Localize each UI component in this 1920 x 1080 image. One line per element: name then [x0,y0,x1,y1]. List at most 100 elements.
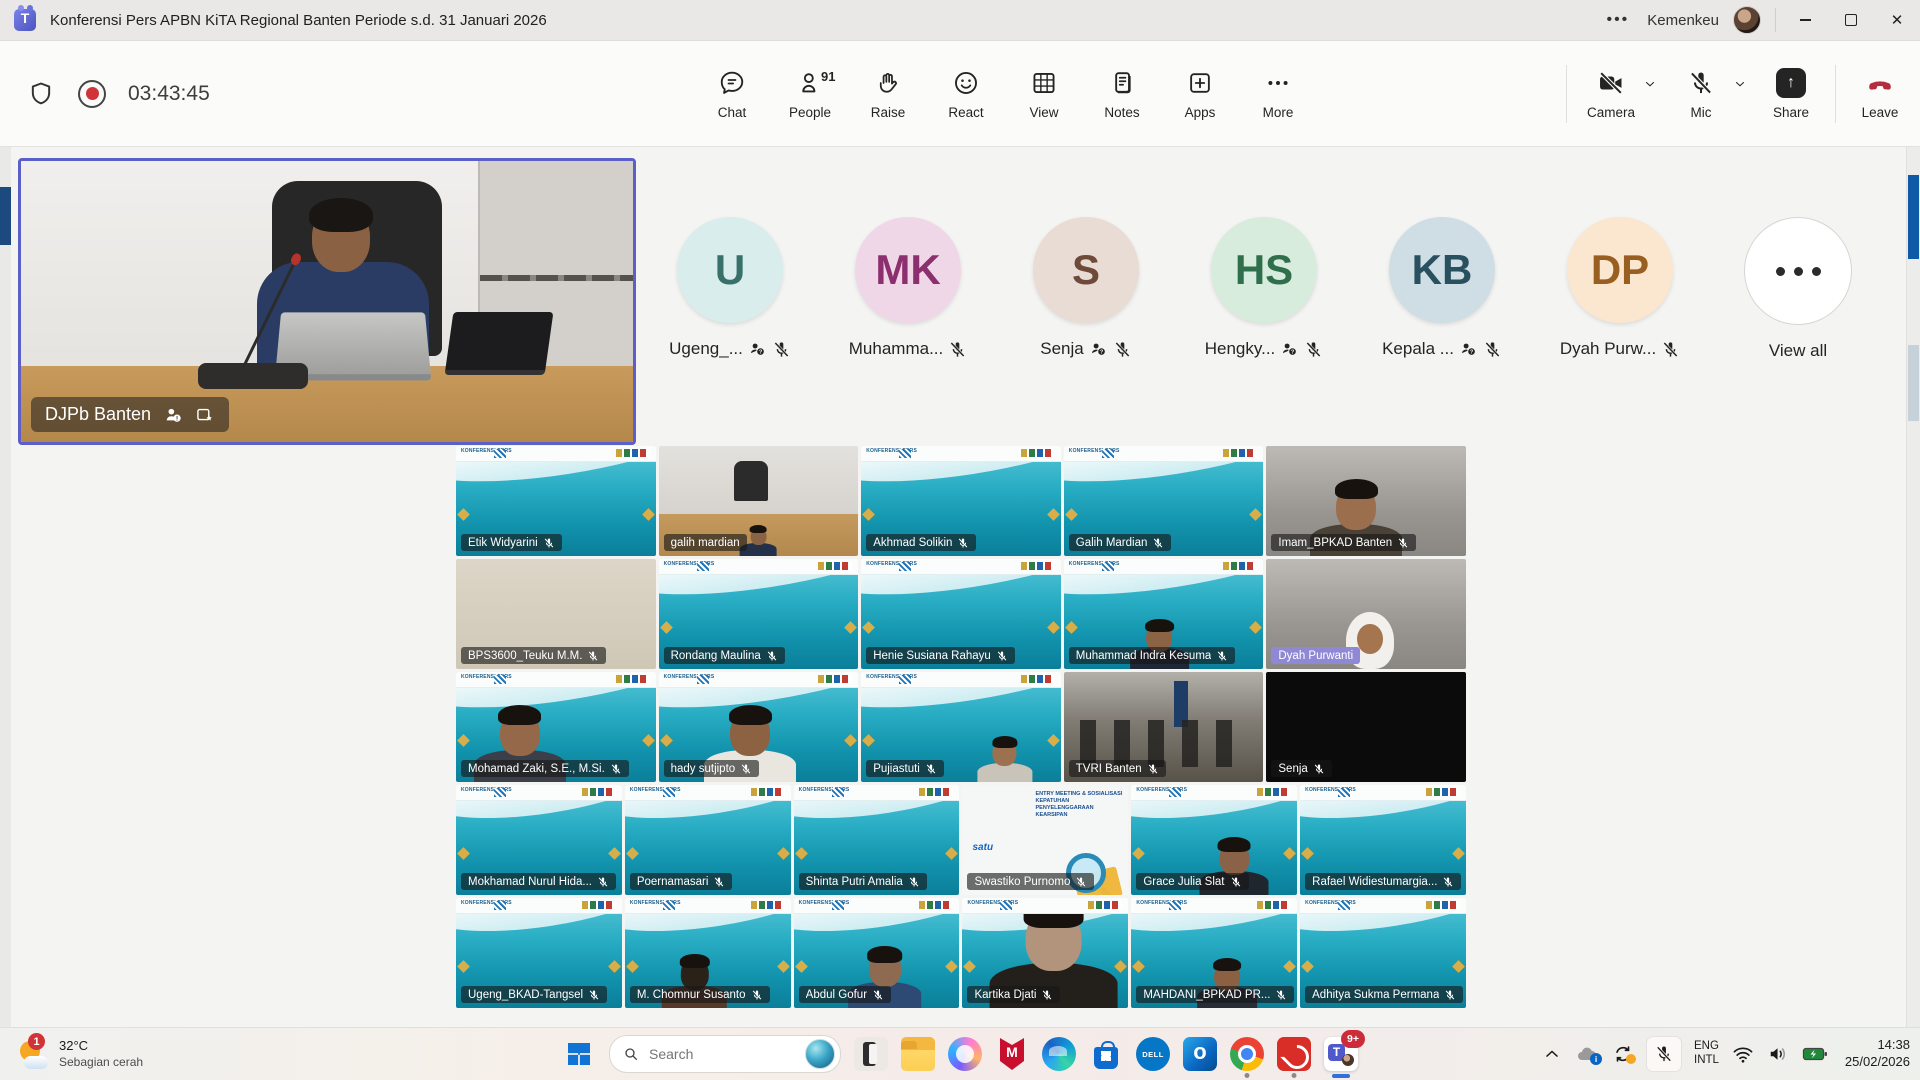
video-grid-row: KONFERENSI PERSMohamad Zaki, S.E., M.Si.… [456,672,1466,782]
scrollbar-thumb[interactable] [1908,175,1919,259]
participant-tile[interactable]: Senja [1266,672,1466,782]
participant-tile[interactable]: KONFERENSI PERSGalih Mardian [1064,446,1264,556]
acrobat-icon[interactable] [1277,1037,1311,1071]
toolbar-people-button[interactable]: 91People [786,68,834,120]
participant-tile[interactable]: KONFERENSI PERSMAHDANI_BPKAD PR... [1131,898,1297,1008]
participant-tile[interactable]: ENTRY MEETING & SOSIALISASIKEPATUHANPENY… [962,785,1128,895]
vbg-ornament [660,621,673,634]
toolbar-mic-button[interactable]: Mic [1677,68,1725,120]
participant-tile[interactable]: KONFERENSI PERSAkhmad Solikin [861,446,1061,556]
taskbar-clock[interactable]: 14:38 25/02/2026 [1845,1037,1910,1071]
battery-charging-icon[interactable] [1802,1044,1828,1064]
weather-temperature: 32°C [59,1038,143,1054]
participant-tile[interactable]: KONFERENSI PERSPoernamasari [625,785,791,895]
stage-scrollbar[interactable] [1906,147,1920,1028]
participant-tile[interactable]: KONFERENSI PERSShinta Putri Amalia [794,785,960,895]
explorer-icon[interactable] [901,1037,935,1071]
participant-tile[interactable]: KONFERENSI PERSUgeng_BKAD-Tangsel [456,898,622,1008]
chrome-icon[interactable] [1230,1037,1264,1071]
weather-widget[interactable]: 1 32°C Sebagian cerah [10,1028,151,1080]
participant-tile[interactable]: KONFERENSI PERSMokhamad Nurul Hida... [456,785,622,895]
participant-avatar-item[interactable]: SSenja? [1032,217,1140,361]
mic-muted-icon [610,763,622,775]
toolbar-chat-label: Chat [718,105,747,120]
dell-icon[interactable] [1136,1037,1170,1071]
participant-tile[interactable]: KONFERENSI PERSM. Chomnur Susanto [625,898,791,1008]
participant-tile[interactable]: KONFERENSI PERSRondang Maulina [659,559,859,669]
participant-tile[interactable]: KONFERENSI PERSGrace Julia Slat [1131,785,1297,895]
mic-muted-icon [740,763,752,775]
participant-avatar-item[interactable]: HSHengky...? [1210,217,1318,361]
toolbar-notes-button[interactable]: Notes [1098,68,1146,120]
participant-tile[interactable]: KONFERENSI PERSAdhitya Sukma Permana [1300,898,1466,1008]
toolbar-share-button[interactable]: ↑Share [1767,68,1815,120]
outlook-icon[interactable] [1183,1037,1217,1071]
tray-date: 25/02/2026 [1845,1054,1910,1071]
participant-tile[interactable]: KONFERENSI PERSRafael Widiestumargia... [1300,785,1466,895]
participant-tile[interactable]: TVRI Banten [1064,672,1264,782]
vbg-logo [1000,901,1012,910]
participant-name-chip: BPS3600_Teuku M.M. [461,647,606,664]
participant-avatar-item[interactable]: UUgeng_...? [676,217,784,361]
participant-tile[interactable]: BPS3600_Teuku M.M. [456,559,656,669]
tray-mic-muted-icon[interactable] [1647,1037,1681,1071]
participant-tile[interactable]: KONFERENSI PERSPujiastuti [861,672,1061,782]
wifi-icon[interactable] [1732,1044,1754,1064]
participant-name: Henie Susiana Rahayu [873,650,991,662]
participant-avatar-item[interactable]: MKMuhamma... [854,217,962,361]
toolbar-apps-button[interactable]: Apps [1176,68,1224,120]
person-alert-icon: ! [163,405,183,425]
participant-tile[interactable]: KONFERENSI PERSMuhammad Indra Kesuma [1064,559,1264,669]
copilot-icon[interactable] [948,1037,982,1071]
toolbar-more-button[interactable]: More [1254,68,1302,120]
maximize-button[interactable] [1828,0,1874,40]
close-button[interactable]: ✕ [1874,0,1920,40]
participant-name: Dyah Purw... [1560,339,1656,359]
mic-chevron-down-icon[interactable] [1733,77,1747,96]
participant-tile[interactable]: Dyah Purwanti [1266,559,1466,669]
participant-tile[interactable]: Imam_BPKAD Banten [1266,446,1466,556]
onedrive-icon[interactable]: i [1575,1044,1599,1064]
office-chair [734,461,768,501]
avatar: DP [1567,217,1673,323]
participant-tile[interactable]: KONFERENSI PERSAbdul Gofur [794,898,960,1008]
participant-tile[interactable]: KONFERENSI PERSKartika Djati [962,898,1128,1008]
tray-chevron-up-icon[interactable] [1542,1044,1562,1064]
language-indicator[interactable]: ENG INTL [1694,1040,1719,1068]
view-all-button[interactable]: View all [1744,217,1852,361]
sync-update-icon[interactable] [1612,1043,1634,1065]
spotlight-video-tile[interactable]: DJPb Banten ! [18,158,636,445]
participant-avatar-item[interactable]: KBKepala ...? [1388,217,1496,361]
participant-tile[interactable]: galih mardian [659,446,859,556]
mcafee-icon[interactable] [995,1037,1029,1071]
participant-name: Rafael Widiestumargia... [1312,876,1437,888]
edge-icon[interactable] [1042,1037,1076,1071]
participant-avatar-item[interactable]: DPDyah Purw... [1566,217,1674,361]
bing-daily-image[interactable] [805,1039,835,1069]
toolbar-react-button[interactable]: React [942,68,990,120]
vbg-logo [494,449,506,458]
participant-tile[interactable]: KONFERENSI PERSEtik Widyarini [456,446,656,556]
toolbar-raise-button[interactable]: Raise [864,68,912,120]
store-icon[interactable] [1089,1037,1123,1071]
participant-tile[interactable]: KONFERENSI PERSMohamad Zaki, S.E., M.Si. [456,672,656,782]
camera-chevron-down-icon[interactable] [1643,77,1657,96]
taskbar-search[interactable] [609,1035,841,1073]
toolbar-view-button[interactable]: View [1020,68,1068,120]
phonelink-icon[interactable] [854,1037,888,1071]
minimize-button[interactable] [1782,0,1828,40]
teams-icon[interactable]: 9+ [1324,1037,1358,1071]
search-input[interactable] [647,1045,797,1063]
toolbar-chat-button[interactable]: Chat [708,68,756,120]
participant-tile[interactable]: KONFERENSI PERSHenie Susiana Rahayu [861,559,1061,669]
participant-name-chip: Rondang Maulina [664,647,785,664]
participant-tile[interactable]: KONFERENSI PERShady sutjipto [659,672,859,782]
volume-icon[interactable] [1767,1044,1789,1064]
titlebar-more-icon[interactable]: ••• [1588,11,1647,29]
vbg-partner-logos [1021,562,1055,570]
leave-button[interactable]: Leave [1856,68,1904,120]
account-avatar[interactable] [1733,6,1761,34]
toolbar-camera-button[interactable]: Camera [1587,68,1635,120]
start-button[interactable] [562,1037,596,1071]
vbg-logo [697,675,709,684]
